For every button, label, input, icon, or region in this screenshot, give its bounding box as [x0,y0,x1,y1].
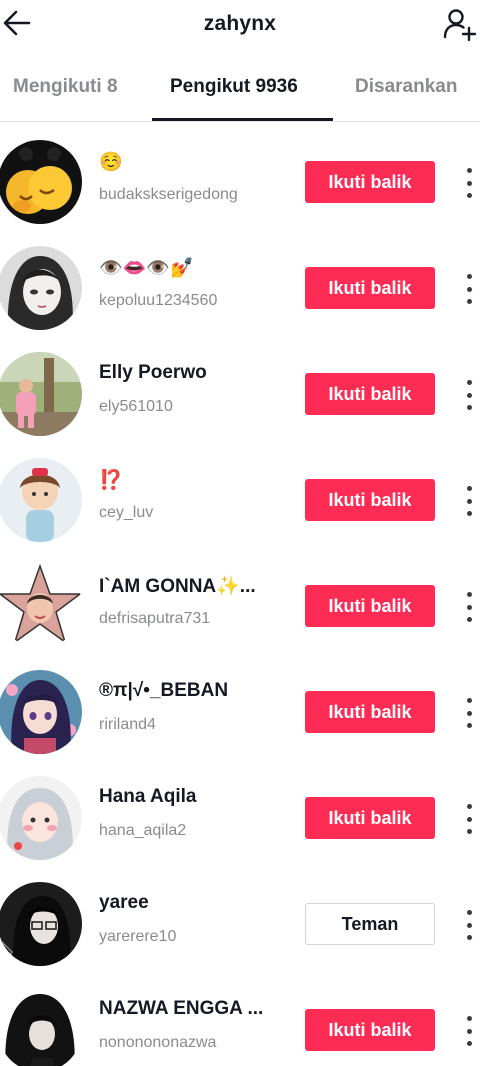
follower-row[interactable]: Hana Aqila hana_aqila2 Ikuti balik [0,766,480,872]
follow-back-button[interactable]: Ikuti balik [305,797,435,839]
follower-display-name: 👁️👄👁️💅 [99,258,194,279]
follow-back-button[interactable]: Ikuti balik [305,373,435,415]
more-options-icon[interactable] [458,906,480,944]
follower-display-name: ®π|√•_BEBAN [99,680,229,701]
follower-username: kepoluu1234560 [99,292,218,309]
tab-following[interactable]: Mengikuti 8 [13,76,118,98]
avatar[interactable] [0,140,82,224]
follower-display-name: ☺️ [99,152,123,173]
follower-row[interactable]: ⁉️ cey_luv Ikuti balik [0,448,480,554]
follower-username: ely561010 [99,398,173,415]
follower-display-name: NAZWA ENGGA ... [99,998,264,1019]
follower-username: hana_aqila2 [99,822,187,839]
avatar[interactable] [0,564,82,648]
avatar[interactable] [0,458,82,542]
follower-row[interactable]: 👁️👄👁️💅 kepoluu1234560 Ikuti balik [0,236,480,342]
follower-display-name: Hana Aqila [99,786,197,807]
follower-display-name: I`AM GONNA✨... [99,576,256,597]
avatar[interactable] [0,246,82,330]
more-options-icon[interactable] [458,588,480,626]
tab-bar: Mengikuti 8 Pengikut 9936 Disarankan [0,62,480,122]
avatar[interactable] [0,882,82,966]
more-options-icon[interactable] [458,694,480,732]
follow-back-button[interactable]: Ikuti balik [305,479,435,521]
avatar[interactable] [0,776,82,860]
more-options-icon[interactable] [458,376,480,414]
follower-row[interactable]: NAZWA ENGGA ... nononononazwa Ikuti bali… [0,978,480,1066]
page-title: zahynx [203,12,277,35]
follower-list[interactable]: ☺️ budakskserigedong Ikuti balik 👁️👄👁️💅 … [0,130,480,1066]
follower-row[interactable]: Elly Poerwo ely561010 Ikuti balik [0,342,480,448]
follower-username: cey_luv [99,504,154,521]
follower-username: yarerere10 [99,928,177,945]
follower-row[interactable]: yaree yarerere10 Teman [0,872,480,978]
avatar[interactable] [0,988,82,1066]
follower-row[interactable]: I`AM GONNA✨... defrisaputra731 Ikuti bal… [0,554,480,660]
tab-followers[interactable]: Pengikut 9936 [170,76,298,98]
follow-back-button[interactable]: Ikuti balik [305,1009,435,1051]
follower-username: ririland4 [99,716,156,733]
top-bar: zahynx [0,0,480,48]
tab-suggested[interactable]: Disarankan [355,76,457,98]
follower-row[interactable]: ☺️ budakskserigedong Ikuti balik [0,130,480,236]
more-options-icon[interactable] [458,1012,480,1050]
more-options-icon[interactable] [458,482,480,520]
avatar[interactable] [0,670,82,754]
follow-back-button[interactable]: Ikuti balik [305,691,435,733]
add-user-icon [443,9,477,42]
follow-back-button[interactable]: Ikuti balik [305,267,435,309]
follow-back-button[interactable]: Ikuti balik [305,585,435,627]
follow-back-button[interactable]: Ikuti balik [305,161,435,203]
more-options-icon[interactable] [458,270,480,308]
add-friend-button[interactable] [440,4,480,44]
follower-display-name: yaree [99,892,149,913]
follower-username: budakskserigedong [99,186,238,203]
more-options-icon[interactable] [458,164,480,202]
follower-display-name: Elly Poerwo [99,362,207,383]
follower-username: defrisaputra731 [99,610,211,627]
active-tab-indicator [152,118,333,121]
follower-row[interactable]: ®π|√•_BEBAN ririland4 Ikuti balik [0,660,480,766]
avatar[interactable] [0,352,82,436]
more-options-icon[interactable] [458,800,480,838]
follower-display-name: ⁉️ [99,470,123,491]
friends-button[interactable]: Teman [305,903,435,945]
follower-username: nononononazwa [99,1034,217,1051]
